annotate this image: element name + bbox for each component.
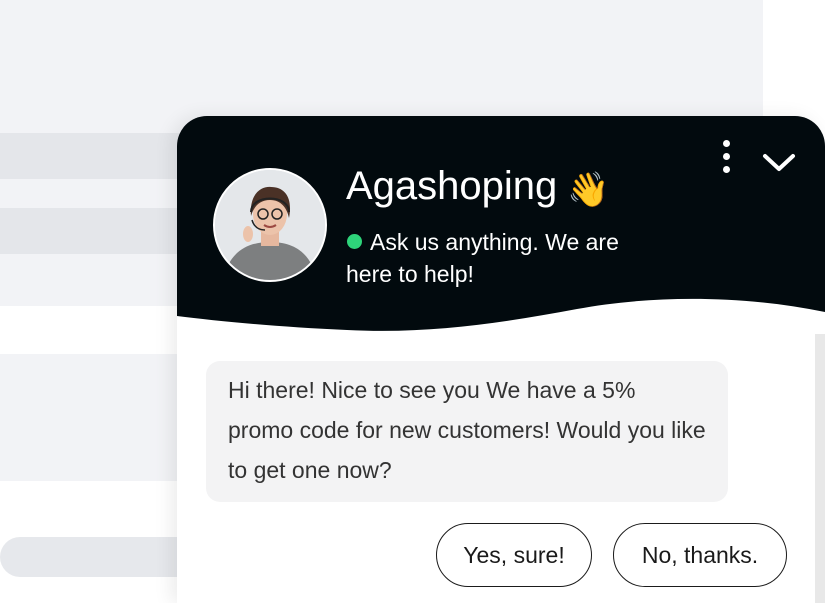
- chat-scrollbar[interactable]: [815, 334, 825, 603]
- background-skeleton-bar: [0, 208, 200, 254]
- chat-status-text: Ask us anything. We are here to help!: [346, 229, 619, 287]
- chat-widget: Agashoping 👋 Ask us anything. We are here…: [177, 116, 825, 603]
- background-skeleton-bar: [0, 133, 200, 179]
- bot-message-bubble: Hi there! Nice to see you We have a 5% p…: [206, 361, 728, 502]
- chat-title: Agashoping 👋: [346, 162, 610, 214]
- chat-header: Agashoping 👋 Ask us anything. We are here…: [177, 116, 825, 336]
- chat-title-text: Agashoping: [346, 164, 558, 208]
- background-skeleton-pill: [0, 537, 200, 577]
- kebab-menu-icon[interactable]: [717, 140, 735, 180]
- support-agent-avatar: [213, 168, 327, 282]
- quick-reply-no-button[interactable]: No, thanks.: [613, 523, 787, 587]
- waving-hand-icon: 👋: [567, 171, 610, 209]
- chevron-down-icon[interactable]: [761, 148, 797, 176]
- quick-reply-yes-button[interactable]: Yes, sure!: [436, 523, 592, 587]
